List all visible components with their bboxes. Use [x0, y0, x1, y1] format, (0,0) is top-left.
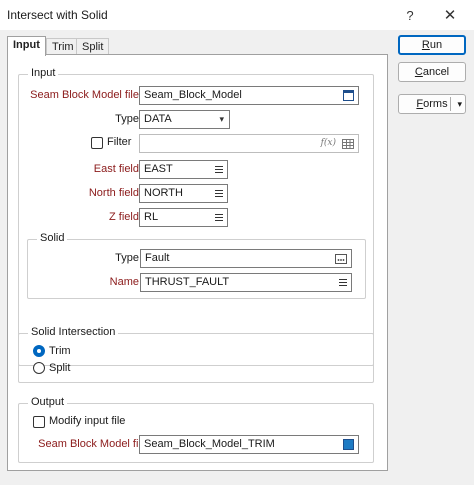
- z-field[interactable]: RL: [139, 208, 228, 227]
- type-label: Type: [115, 113, 139, 125]
- north-field-value: NORTH: [144, 187, 183, 199]
- filter-field[interactable]: f(x): [139, 134, 359, 153]
- chevron-down-icon[interactable]: ▾: [457, 95, 462, 113]
- window-title: Intersect with Solid: [7, 8, 108, 22]
- solid-intersection-label: Solid Intersection: [28, 326, 119, 338]
- tab-split[interactable]: Split: [76, 38, 110, 55]
- output-group: Output Modify input file Seam Block Mode…: [18, 396, 374, 463]
- file-browse-icon[interactable]: [343, 436, 354, 453]
- file-browse-icon[interactable]: [343, 87, 354, 104]
- east-field-label: East field: [93, 163, 139, 175]
- solid-name-field[interactable]: THRUST_FAULT: [140, 273, 352, 292]
- east-field-value: EAST: [144, 163, 173, 175]
- tab-panel-input: Input Seam Block Model file Seam_Block_M…: [7, 54, 388, 471]
- tab-trim[interactable]: Trim: [46, 38, 80, 55]
- trim-radio-label: Trim: [49, 345, 71, 357]
- modify-input-label: Modify input file: [49, 415, 126, 427]
- solid-type-field[interactable]: Fault: [140, 249, 352, 268]
- solid-group-label: Solid: [37, 232, 68, 244]
- filter-checkbox[interactable]: [91, 137, 103, 149]
- cancel-button[interactable]: Cancel: [398, 62, 466, 82]
- z-field-value: RL: [144, 211, 159, 223]
- list-icon[interactable]: [215, 185, 223, 202]
- run-button-label: un: [429, 39, 443, 51]
- output-group-label: Output: [28, 396, 68, 408]
- cancel-button-label: ancel: [422, 66, 450, 78]
- ellipsis-icon[interactable]: [335, 250, 347, 267]
- seam-block-model-value: Seam_Block_Model: [144, 89, 242, 101]
- type-value: DATA: [144, 113, 172, 125]
- seam-block-model-label: Seam Block Model file: [30, 89, 139, 101]
- split-radio-label: Split: [49, 362, 71, 374]
- z-field-label: Z field: [109, 211, 139, 223]
- solid-name-value: THRUST_FAULT: [145, 276, 230, 288]
- run-button[interactable]: Run: [398, 35, 466, 55]
- chevron-down-icon: ▾: [219, 114, 224, 124]
- north-field[interactable]: NORTH: [139, 184, 228, 203]
- help-button[interactable]: ?: [392, 0, 428, 30]
- solid-type-value: Fault: [145, 252, 170, 264]
- split-radio[interactable]: [33, 362, 45, 374]
- north-field-label: North field: [88, 187, 139, 199]
- seam-block-model-field[interactable]: Seam_Block_Model: [139, 86, 359, 105]
- east-field[interactable]: EAST: [139, 160, 228, 179]
- input-group: Input Seam Block Model file Seam_Block_M…: [18, 67, 374, 366]
- forms-button-divider: [450, 97, 451, 111]
- list-icon[interactable]: [215, 209, 223, 226]
- filter-label: Filter: [107, 136, 132, 148]
- output-file-value: Seam_Block_Model_TRIM: [144, 438, 275, 450]
- type-dropdown[interactable]: DATA ▾: [139, 110, 230, 129]
- output-file-label: Seam Block Model file: [38, 438, 147, 450]
- close-button[interactable]: ✕: [432, 0, 468, 30]
- list-icon[interactable]: [339, 274, 347, 291]
- forms-button[interactable]: Forms ▾: [398, 94, 466, 114]
- trim-radio[interactable]: [33, 345, 45, 357]
- output-file-field[interactable]: Seam_Block_Model_TRIM: [139, 435, 359, 454]
- forms-button-label: orms: [423, 98, 448, 110]
- title-bar: Intersect with Solid ? ✕: [0, 0, 474, 30]
- table-icon[interactable]: [342, 138, 354, 149]
- cancel-button-mnemonic: C: [414, 66, 423, 78]
- tab-input[interactable]: Input: [7, 36, 46, 56]
- solid-type-label: Type: [115, 252, 139, 264]
- run-button-mnemonic: R: [421, 39, 430, 51]
- input-group-label: Input: [28, 67, 59, 79]
- solid-intersection-group: Solid Intersection Trim Split: [18, 326, 374, 383]
- modify-input-checkbox[interactable]: [33, 416, 45, 428]
- solid-name-label: Name: [109, 276, 139, 288]
- function-icon[interactable]: f(x): [321, 135, 336, 152]
- solid-group: Solid Type Fault Name THRUST_FAULT: [27, 232, 366, 299]
- list-icon[interactable]: [215, 161, 223, 178]
